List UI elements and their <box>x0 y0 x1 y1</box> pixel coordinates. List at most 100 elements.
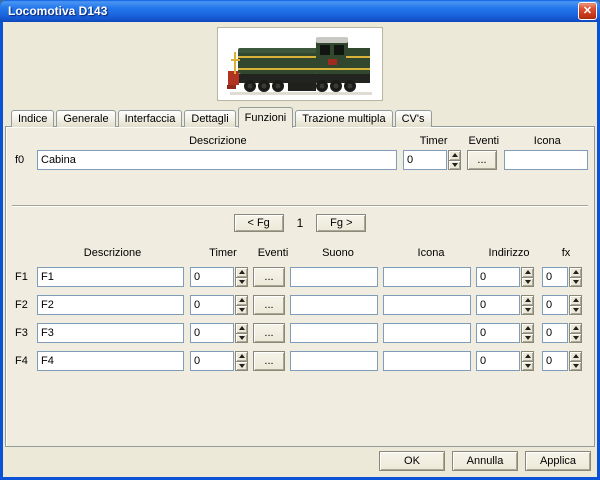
f0-header-timer: Timer <box>405 135 463 147</box>
spinner-up-icon[interactable] <box>569 323 582 334</box>
title-bar[interactable]: Locomotiva D143 ✕ <box>0 0 600 22</box>
spinner-up-icon[interactable] <box>521 295 534 306</box>
f0-timer-input[interactable] <box>403 150 447 170</box>
suono-input[interactable] <box>290 295 378 315</box>
icona-input[interactable] <box>383 323 471 343</box>
tab-trazione-multipla[interactable]: Trazione multipla <box>295 110 392 127</box>
fx-spinner <box>569 295 582 315</box>
row-label: F2 <box>15 299 33 311</box>
fx-spinner <box>569 351 582 371</box>
icona-input[interactable] <box>383 267 471 287</box>
spinner-up-icon[interactable] <box>235 267 248 278</box>
icona-input[interactable] <box>383 295 471 315</box>
fg-navigation: < Fg 1 Fg > <box>6 213 594 233</box>
descrizione-input[interactable] <box>37 267 184 287</box>
eventi-button[interactable]: ... <box>253 295 285 315</box>
spinner-down-icon[interactable] <box>521 334 534 344</box>
timer-input[interactable] <box>190 323 234 343</box>
spinner-down-icon[interactable] <box>235 362 248 372</box>
descrizione-input[interactable] <box>37 323 184 343</box>
f0-row: f0 ... <box>15 150 589 170</box>
spinner-up-icon[interactable] <box>521 351 534 362</box>
header-icona: Icona <box>387 247 475 259</box>
icona-input[interactable] <box>383 351 471 371</box>
f0-timer-spinner <box>448 150 461 170</box>
spinner-up-icon[interactable] <box>235 295 248 306</box>
spinner-down-icon[interactable] <box>569 278 582 288</box>
timer-input[interactable] <box>190 295 234 315</box>
tab-indice[interactable]: Indice <box>11 110 54 127</box>
spinner-up-icon[interactable] <box>521 323 534 334</box>
indirizzo-spinner <box>521 351 534 371</box>
close-icon[interactable]: ✕ <box>578 2 597 20</box>
fg-page-number: 1 <box>297 216 304 230</box>
timer-spinner <box>235 267 248 287</box>
spinner-up-icon[interactable] <box>448 150 461 161</box>
spinner-down-icon[interactable] <box>569 306 582 316</box>
spinner-down-icon[interactable] <box>569 334 582 344</box>
spinner-up-icon[interactable] <box>521 267 534 278</box>
table-row: F4 ... <box>15 351 589 371</box>
fg-prev-button[interactable]: < Fg <box>234 214 284 232</box>
fg-next-button[interactable]: Fg > <box>316 214 366 232</box>
indirizzo-input[interactable] <box>476 323 520 343</box>
tab-strip: Indice Generale Interfaccia Dettagli Fun… <box>5 106 595 127</box>
window-title: Locomotiva D143 <box>0 4 107 18</box>
tab-dettagli[interactable]: Dettagli <box>184 110 235 127</box>
annulla-button[interactable]: Annulla <box>452 451 518 471</box>
ok-button[interactable]: OK <box>379 451 445 471</box>
locomotive-illustration <box>218 28 382 100</box>
f0-eventi-button[interactable]: ... <box>467 150 497 170</box>
fx-input[interactable] <box>542 323 568 343</box>
timer-input[interactable] <box>190 351 234 371</box>
suono-input[interactable] <box>290 267 378 287</box>
spinner-down-icon[interactable] <box>235 334 248 344</box>
spinner-up-icon[interactable] <box>569 267 582 278</box>
spinner-down-icon[interactable] <box>569 362 582 372</box>
f0-descrizione-input[interactable] <box>37 150 397 170</box>
spinner-up-icon[interactable] <box>569 295 582 306</box>
timer-spinner <box>235 351 248 371</box>
spinner-down-icon[interactable] <box>448 161 461 171</box>
tab-cvs[interactable]: CV's <box>395 110 432 127</box>
section-separator <box>12 205 588 207</box>
funzioni-tab-page: Descrizione Timer Eventi Icona f0 ... <box>5 126 595 447</box>
spinner-down-icon[interactable] <box>521 278 534 288</box>
f0-header-icona: Icona <box>505 135 589 147</box>
spinner-down-icon[interactable] <box>235 306 248 316</box>
fx-spinner <box>569 267 582 287</box>
eventi-button[interactable]: ... <box>253 267 285 287</box>
indirizzo-input[interactable] <box>476 351 520 371</box>
fx-input[interactable] <box>542 295 568 315</box>
timer-spinner <box>235 323 248 343</box>
suono-input[interactable] <box>290 351 378 371</box>
descrizione-input[interactable] <box>37 351 184 371</box>
fx-input[interactable] <box>542 267 568 287</box>
timer-spinner <box>235 295 248 315</box>
spinner-down-icon[interactable] <box>521 362 534 372</box>
fx-input[interactable] <box>542 351 568 371</box>
spinner-down-icon[interactable] <box>235 278 248 288</box>
spinner-up-icon[interactable] <box>569 351 582 362</box>
footer-button-bar: OK Annulla Applica <box>372 451 591 471</box>
table-header-row: Descrizione Timer Eventi Suono Icona Ind… <box>15 247 589 259</box>
eventi-button[interactable]: ... <box>253 323 285 343</box>
spinner-down-icon[interactable] <box>521 306 534 316</box>
eventi-button[interactable]: ... <box>253 351 285 371</box>
header-fx: fx <box>546 247 586 259</box>
indirizzo-input[interactable] <box>476 267 520 287</box>
f0-icona-input[interactable] <box>504 150 588 170</box>
descrizione-input[interactable] <box>37 295 184 315</box>
indirizzo-spinner <box>521 323 534 343</box>
applica-button[interactable]: Applica <box>525 451 591 471</box>
indirizzo-input[interactable] <box>476 295 520 315</box>
timer-input[interactable] <box>190 267 234 287</box>
tab-funzioni[interactable]: Funzioni <box>238 107 294 128</box>
tab-interfaccia[interactable]: Interfaccia <box>118 110 183 127</box>
suono-input[interactable] <box>290 323 378 343</box>
f0-row-label: f0 <box>15 154 33 166</box>
spinner-up-icon[interactable] <box>235 323 248 334</box>
dialog-window: Locomotiva D143 ✕ <box>0 0 600 480</box>
tab-generale[interactable]: Generale <box>56 110 115 127</box>
spinner-up-icon[interactable] <box>235 351 248 362</box>
